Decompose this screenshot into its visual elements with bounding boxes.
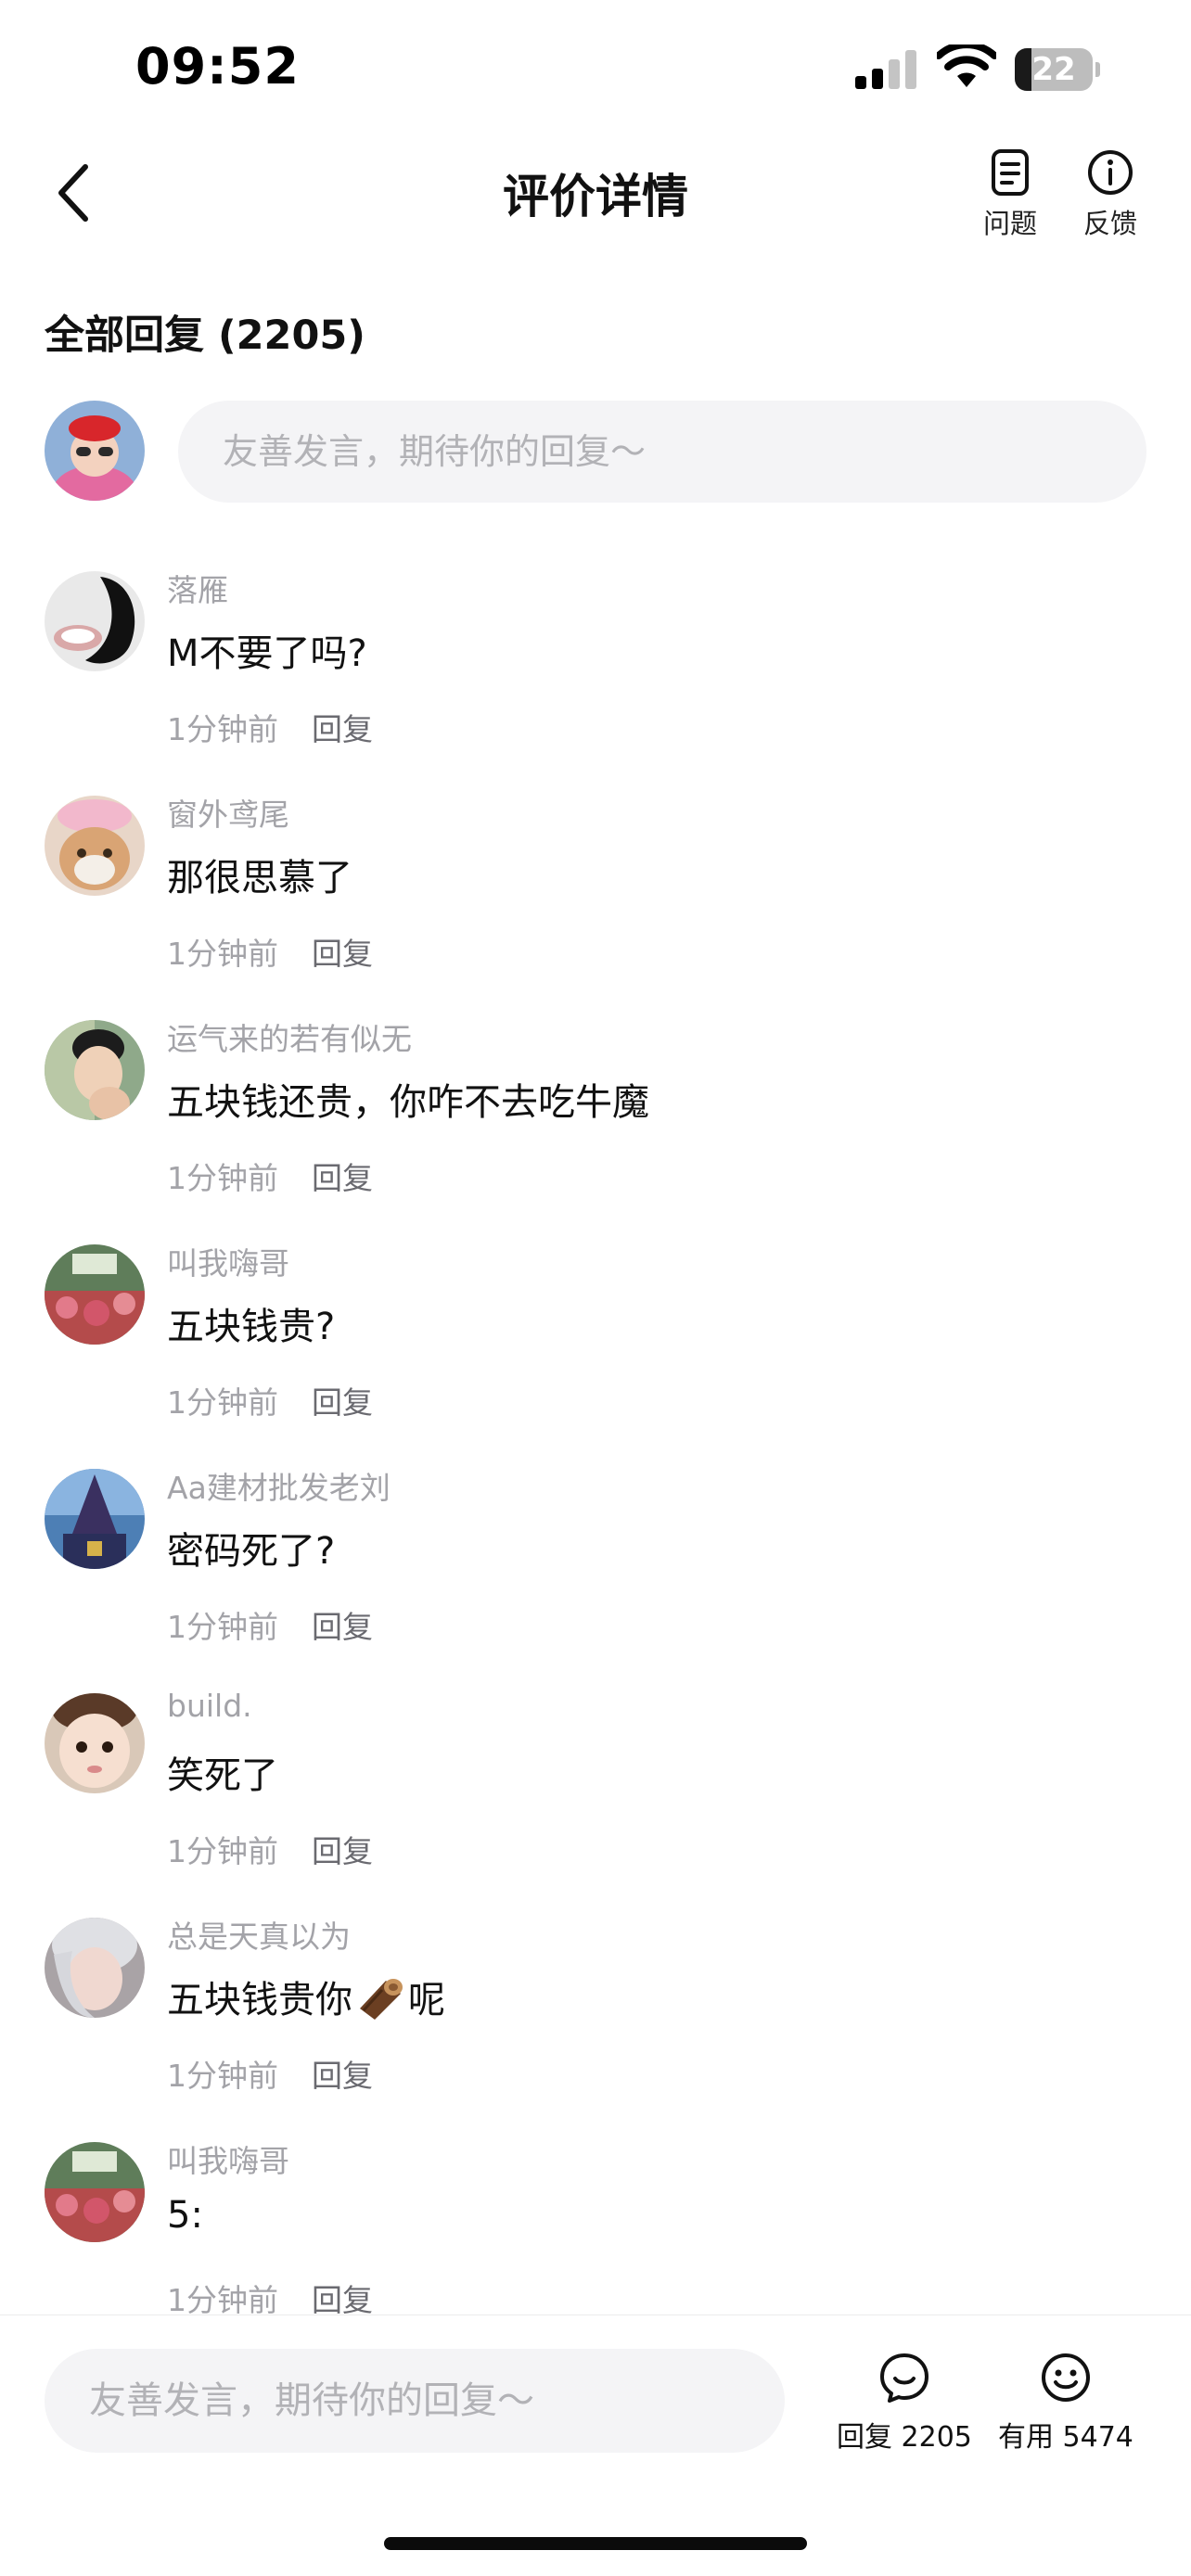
comment-text-before-emoji: 五块钱贵你 [167, 1979, 352, 2021]
page-title: 评价详情 [503, 170, 688, 223]
replies-count-heading: 全部回复 (2205) [45, 312, 365, 359]
comment-text-after-emoji: 呢 [408, 1979, 445, 2021]
useful-count-label: 有用 5474 [998, 2421, 1133, 2454]
bottom-reply-input[interactable] [45, 2349, 785, 2453]
composer-row [45, 401, 1146, 503]
comment-time: 1分钟前 [167, 1160, 278, 1196]
smiley-icon [1041, 2353, 1090, 2402]
comment-time: 1分钟前 [167, 936, 278, 972]
comment-username[interactable]: Aa建材批发老刘 [167, 1463, 391, 1508]
battery-cap [1095, 62, 1100, 77]
wifi-icon [937, 45, 996, 87]
avatar[interactable] [45, 2142, 145, 2242]
useful-button[interactable]: 有用 5474 [998, 2351, 1133, 2455]
status-time: 09:52 [135, 37, 300, 96]
comment-username[interactable]: 落雁 [167, 566, 228, 610]
comment-item: 运气来的若有似无 五块钱还贵，你咋不去吃牛魔 1分钟前 回复 [45, 1014, 1146, 1239]
comment-text: 密码死了? [167, 1530, 336, 1573]
chat-bubble-icon [879, 2353, 928, 2403]
comment-item: Aa建材批发老刘 密码死了? 1分钟前 回复 [45, 1463, 1146, 1688]
comment-reply-button[interactable]: 回复 [312, 1160, 373, 1196]
avatar[interactable] [45, 1244, 145, 1345]
comment-username[interactable]: build. [167, 1688, 252, 1724]
comment-text: 那很思慕了 [167, 857, 352, 899]
battery-body: 22 [1015, 48, 1093, 91]
comment-meta: 1分钟前 回复 [167, 1602, 373, 1647]
comment-time: 1分钟前 [167, 1384, 278, 1421]
issue-button[interactable]: 问题 [968, 148, 1052, 241]
comment-meta: 1分钟前 回复 [167, 705, 373, 749]
comment-meta: 1分钟前 回复 [167, 1827, 373, 1871]
comment-username[interactable]: 叫我嗨哥 [167, 2136, 289, 2181]
feedback-label: 反馈 [1082, 208, 1137, 239]
battery-icon: 22 [1015, 48, 1100, 91]
comment-meta: 1分钟前 回复 [167, 1378, 373, 1422]
avatar[interactable] [45, 796, 145, 896]
comment-username[interactable]: 总是天真以为 [167, 1912, 351, 1957]
comment-time: 1分钟前 [167, 1833, 278, 1869]
info-icon [1088, 150, 1133, 195]
comment-meta: 1分钟前 回复 [167, 929, 373, 974]
status-bar: 09:52 22 [0, 0, 1191, 130]
comment-item: build. 笑死了 1分钟前 回复 [45, 1688, 1146, 1912]
comment-text: 五块钱贵你 呢 [167, 1970, 445, 2023]
comment-item: 总是天真以为 五块钱贵你 呢 1分钟前 回复 [45, 1912, 1146, 2136]
reply-count-label: 回复 2205 [837, 2421, 972, 2454]
comment-item: 窗外鸢尾 那很思慕了 1分钟前 回复 [45, 790, 1146, 1014]
comment-meta: 1分钟前 回复 [167, 1154, 373, 1198]
back-button[interactable] [41, 156, 108, 230]
comment-meta: 1分钟前 回复 [167, 2276, 373, 2320]
comment-reply-button[interactable]: 回复 [312, 2058, 373, 2094]
chevron-left-icon [58, 164, 88, 222]
comment-time: 1分钟前 [167, 711, 278, 747]
comment-text: 笑死了 [167, 1754, 278, 1797]
avatar[interactable] [45, 1918, 145, 2018]
home-indicator [384, 2537, 807, 2550]
comment-time: 1分钟前 [167, 2058, 278, 2094]
feedback-button[interactable]: 反馈 [1069, 148, 1152, 241]
issue-label: 问题 [982, 208, 1037, 239]
comment-item: 落雁 M不要了吗? 1分钟前 回复 [45, 566, 1146, 790]
comment-reply-button[interactable]: 回复 [312, 1384, 373, 1421]
battery-level: 22 [1031, 51, 1076, 88]
comment-reply-button[interactable]: 回复 [312, 1609, 373, 1645]
comment-item: 叫我嗨哥 五块钱贵? 1分钟前 回复 [45, 1239, 1146, 1463]
reply-count-button[interactable]: 回复 2205 [837, 2351, 972, 2455]
avatar[interactable] [45, 1469, 145, 1569]
avatar[interactable] [45, 1020, 145, 1120]
comment-reply-button[interactable]: 回复 [312, 711, 373, 747]
document-icon [992, 149, 1029, 196]
comment-text: 五块钱贵? [167, 1306, 336, 1348]
comment-username[interactable]: 窗外鸢尾 [167, 790, 289, 835]
wood-log-emoji [360, 1979, 403, 2020]
comment-reply-button[interactable]: 回复 [312, 2282, 373, 2318]
comment-text: M不要了吗? [167, 632, 367, 675]
comment-username[interactable]: 运气来的若有似无 [167, 1014, 412, 1059]
comment-reply-button[interactable]: 回复 [312, 1833, 373, 1869]
avatar[interactable] [45, 571, 145, 671]
cellular-signal-icon [855, 50, 916, 89]
avatar[interactable] [45, 1693, 145, 1793]
comment-time: 1分钟前 [167, 2282, 278, 2318]
comment-reply-button[interactable]: 回复 [312, 936, 373, 972]
reply-input[interactable] [178, 401, 1146, 503]
comment-time: 1分钟前 [167, 1609, 278, 1645]
comment-meta: 1分钟前 回复 [167, 2051, 373, 2096]
current-user-avatar[interactable] [45, 401, 145, 501]
comment-username[interactable]: 叫我嗨哥 [167, 1239, 289, 1283]
comment-text: 五块钱还贵，你咋不去吃牛魔 [167, 1081, 649, 1124]
comment-text: 5: [167, 2194, 203, 2237]
